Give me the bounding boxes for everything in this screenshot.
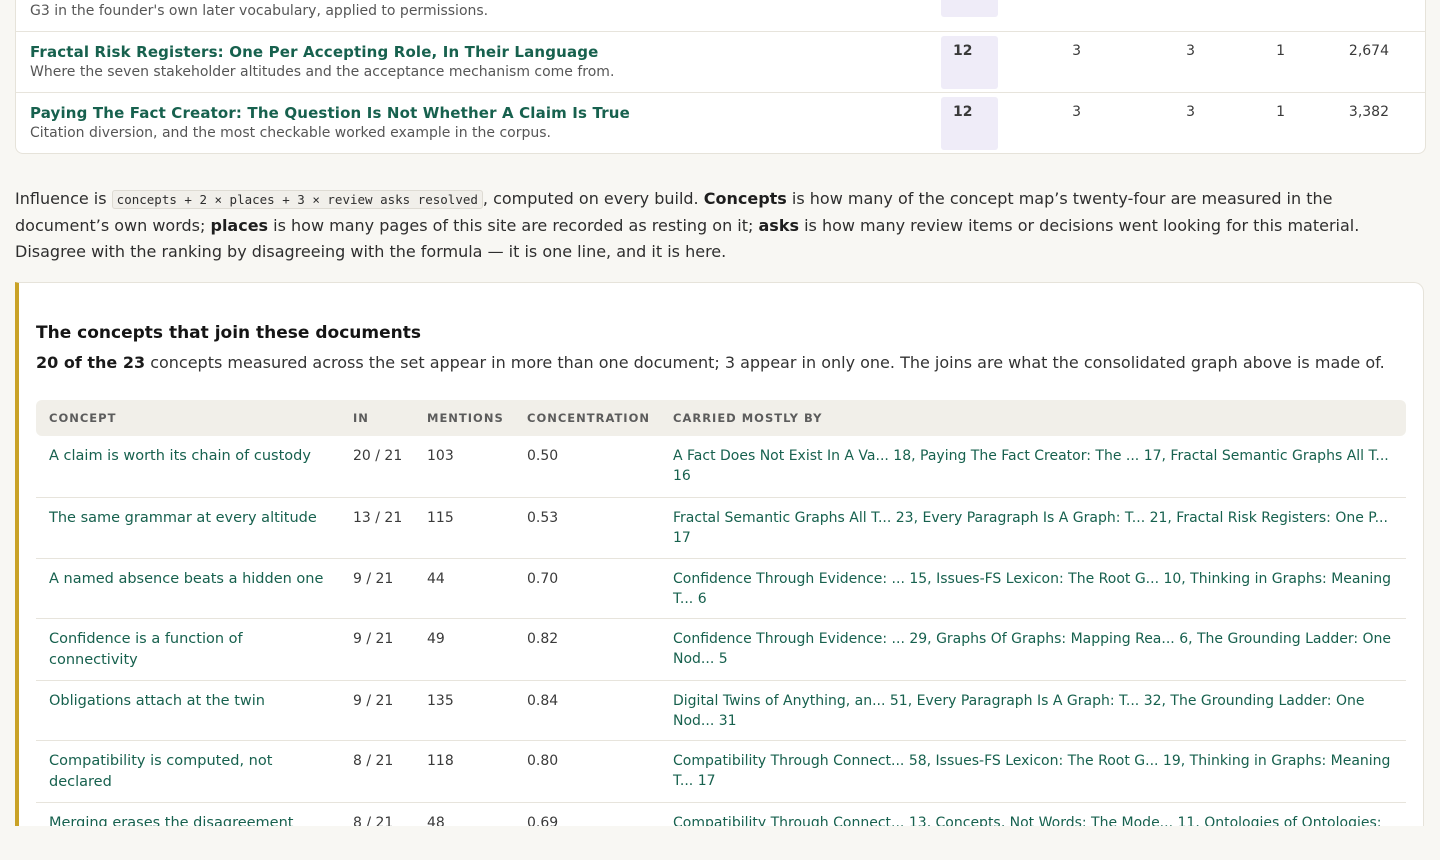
table-row: G3 in the founder's own later vocabulary… [16,0,1425,31]
document-coverage: 9 / 21 [353,571,394,587]
term-asks: asks [758,216,799,235]
document-ranking-table: G3 in the founder's own later vocabulary… [15,0,1426,154]
document-link[interactable]: Fractal Risk Registers: One Per Acceptin… [30,43,598,61]
table-header: CONCEPT IN MENTIONS CONCENTRATION CARRIE… [36,400,1406,436]
influence-formula: concepts + 2 × places + 3 × review asks … [111,190,483,209]
document-coverage: 13 / 21 [353,510,403,526]
table-row: Confidence is a function of connectivity… [36,619,1406,681]
table-row: Fractal Risk Registers: One Per Acceptin… [16,31,1425,93]
concept-link[interactable]: A claim is worth its chain of custody [49,446,329,467]
concept-link[interactable]: Obligations attach at the twin [49,691,329,712]
concentration-value: 0.69 [527,815,559,826]
mention-count: 115 [427,510,454,526]
concentration-value: 0.82 [527,631,559,647]
table-row: Obligations attach at the twin 9 / 21 13… [36,681,1406,741]
concept-link[interactable]: Merging erases the disagreement [49,813,329,826]
page: G3 in the founder's own later vocabulary… [0,0,1440,826]
column-header-concentration[interactable]: CONCENTRATION [527,411,650,425]
concepts-table: CONCEPT IN MENTIONS CONCENTRATION CARRIE… [36,400,1406,826]
concentration-value: 0.84 [527,693,559,709]
table-row: Merging erases the disagreement 8 / 21 4… [36,803,1406,826]
column-header-carried-by[interactable]: CARRIED MOSTLY BY [673,411,822,425]
word-count: 2,674 [1348,43,1389,59]
concentration-value: 0.53 [527,510,559,526]
document-description: Where the seven stakeholder altitudes an… [30,64,615,80]
mention-count: 103 [427,448,454,464]
concentration-value: 0.50 [527,448,559,464]
document-link[interactable]: Paying The Fact Creator: The Question Is… [30,104,630,122]
document-description: G3 in the founder's own later vocabulary… [30,3,489,19]
document-coverage: 9 / 21 [353,631,394,647]
carried-by-links[interactable]: Digital Twins of Anything, an... 51, Eve… [673,691,1398,731]
column-header-concept[interactable]: CONCEPT [49,411,116,425]
influence-explanation: Influence is concepts + 2 × places + 3 ×… [15,189,1360,261]
table-row: The same grammar at every altitude 13 / … [36,498,1406,559]
carried-by-links[interactable]: A Fact Does Not Exist In A Va... 18, Pay… [673,446,1398,486]
term-concepts: Concepts [703,189,787,208]
concept-link[interactable]: A named absence beats a hidden one [49,569,329,590]
places-count: 3 [1186,43,1195,59]
document-description: Citation diversion, and the most checkab… [30,125,551,141]
carried-by-links[interactable]: Fractal Semantic Graphs All T... 23, Eve… [673,508,1398,548]
panel-title: The concepts that join these documents [36,323,421,343]
mention-count: 118 [427,753,454,769]
mention-count: 44 [427,571,445,587]
concepts-panel: The concepts that join these documents 2… [15,282,1424,826]
concepts-count: 3 [1072,43,1081,59]
table-row: A named absence beats a hidden one 9 / 2… [36,559,1406,619]
mention-count: 49 [427,631,445,647]
mention-count: 48 [427,815,445,826]
term-places: places [210,216,269,235]
influence-score: 12 [953,104,973,120]
asks-count: 1 [1276,104,1285,120]
table-row: Paying The Fact Creator: The Question Is… [16,92,1425,153]
column-header-mentions[interactable]: MENTIONS [427,411,504,425]
carried-by-links[interactable]: Compatibility Through Connect... 13, Con… [673,813,1398,826]
concentration-value: 0.80 [527,753,559,769]
document-coverage: 9 / 21 [353,693,394,709]
carried-by-links[interactable]: Confidence Through Evidence: ... 15, Iss… [673,569,1398,609]
influence-cell [941,0,998,17]
document-coverage: 8 / 21 [353,753,394,769]
column-header-in[interactable]: IN [353,411,369,425]
carried-by-links[interactable]: Confidence Through Evidence: ... 29, Gra… [673,629,1398,669]
concept-link[interactable]: Confidence is a function of connectivity [49,629,329,671]
mention-count: 135 [427,693,454,709]
carried-by-links[interactable]: Compatibility Through Connect... 58, Iss… [673,751,1398,791]
word-count: 3,382 [1348,104,1389,120]
concentration-value: 0.70 [527,571,559,587]
influence-score: 12 [953,43,973,59]
places-count: 3 [1186,104,1195,120]
document-coverage: 8 / 21 [353,815,394,826]
concepts-count: 3 [1072,104,1081,120]
asks-count: 1 [1276,43,1285,59]
table-row: Compatibility is computed, not declared … [36,741,1406,803]
table-row: A claim is worth its chain of custody 20… [36,436,1406,498]
panel-summary: 20 of the 23 concepts measured across th… [36,353,1385,372]
concept-link[interactable]: The same grammar at every altitude [49,508,329,529]
concept-link[interactable]: Compatibility is computed, not declared [49,751,329,793]
document-coverage: 20 / 21 [353,448,403,464]
